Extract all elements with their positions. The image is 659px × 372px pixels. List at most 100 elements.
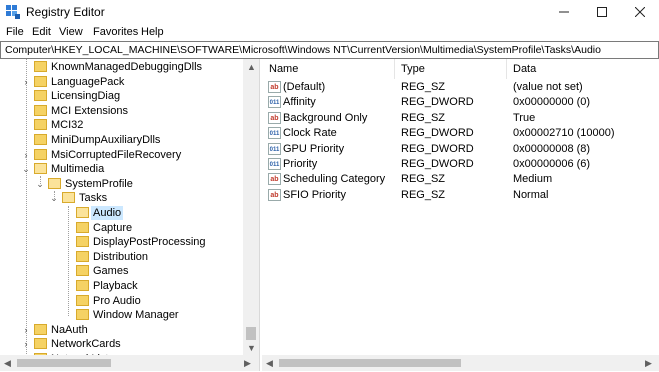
values-header: Name Type Data: [262, 59, 659, 79]
column-data[interactable]: Data: [513, 63, 536, 75]
folder-icon: [76, 250, 89, 262]
tree-item[interactable]: › LanguagePack: [0, 75, 243, 89]
minimize-button[interactable]: [545, 0, 583, 23]
scroll-right-icon[interactable]: ▶: [645, 358, 652, 369]
folder-icon: [76, 221, 89, 233]
scrollbar-thumb[interactable]: [246, 327, 256, 340]
scroll-right-icon[interactable]: ▶: [244, 358, 251, 369]
tree-item[interactable]: Pro Audio: [0, 294, 243, 308]
address-bar[interactable]: Computer\HKEY_LOCAL_MACHINE\SOFTWARE\Mic…: [0, 41, 659, 59]
tree-item[interactable]: ⌄ SystemProfile: [0, 177, 243, 191]
menu-help[interactable]: Help: [141, 26, 164, 38]
tree-item[interactable]: › NetworkCards: [0, 337, 243, 351]
folder-icon: [34, 163, 47, 175]
binary-value-icon: 011: [268, 158, 281, 170]
value-type: REG_SZ: [401, 173, 446, 186]
chevron-right-icon[interactable]: ›: [21, 337, 31, 351]
tree-item-label: Playback: [93, 280, 138, 292]
maximize-button[interactable]: [583, 0, 621, 23]
value-data: 0x00002710 (10000): [513, 127, 615, 140]
value-data: 0x00000008 (8): [513, 142, 591, 155]
tree-item-label: Window Manager: [93, 309, 179, 322]
value-row[interactable]: 011 Priority REG_DWORD 0x00000006 (6): [262, 157, 659, 172]
value-row[interactable]: 011 Affinity REG_DWORD 0x00000000 (0): [262, 95, 659, 110]
chevron-right-icon[interactable]: ›: [21, 75, 31, 89]
tree-vertical-scrollbar[interactable]: ▲ ▼: [243, 59, 259, 355]
binary-value-icon: 011: [268, 127, 281, 140]
string-value-icon: ab: [268, 188, 281, 201]
tree-item[interactable]: › NaAuth: [0, 323, 243, 337]
value-name: Background Only: [283, 111, 368, 124]
value-data: (value not set): [513, 81, 583, 93]
close-button[interactable]: [621, 0, 659, 23]
tree-item[interactable]: DisplayPostProcessing: [0, 235, 243, 249]
value-name: Clock Rate: [283, 127, 337, 140]
value-row[interactable]: ab SFIO Priority REG_SZ Normal: [262, 188, 659, 203]
scroll-up-icon[interactable]: ▲: [247, 62, 256, 72]
registry-editor-icon: [6, 5, 20, 19]
value-type: REG_DWORD: [401, 127, 474, 140]
tree-item-label: Games: [93, 265, 129, 278]
tree-item-label: Tasks: [79, 192, 108, 205]
string-value-icon: ab: [268, 111, 281, 124]
value-type: REG_SZ: [401, 111, 446, 124]
address-path[interactable]: Computer\HKEY_LOCAL_MACHINE\SOFTWARE\Mic…: [5, 44, 601, 56]
value-row[interactable]: ab Scheduling Category REG_SZ Medium: [262, 172, 659, 187]
key-tree[interactable]: KnownManagedDebuggingDlls › LanguagePack Li…: [0, 59, 260, 371]
chevron-right-icon[interactable]: ›: [21, 148, 31, 162]
tree-horizontal-scrollbar[interactable]: ◀ ▶: [0, 355, 259, 371]
tree-item[interactable]: Games: [0, 264, 243, 278]
menu-favorites[interactable]: Favorites: [93, 26, 138, 38]
tree-item-label: NaAuth: [51, 323, 88, 336]
tree-item[interactable]: › MsiCorruptedFileRecovery: [0, 148, 243, 162]
tree-item[interactable]: MiniDumpAuxiliaryDlls: [0, 133, 243, 147]
chevron-down-icon[interactable]: ⌄: [21, 162, 31, 176]
string-value-icon: ab: [268, 81, 281, 93]
scrollbar-thumb[interactable]: [17, 359, 111, 367]
tree-item[interactable]: ⌄ Tasks: [0, 191, 243, 205]
scrollbar-thumb[interactable]: [279, 359, 461, 367]
column-type[interactable]: Type: [401, 63, 425, 75]
column-name[interactable]: Name: [269, 63, 298, 75]
minimize-icon: [559, 11, 569, 12]
tree-item[interactable]: Capture: [0, 221, 243, 235]
tree-item[interactable]: ⌄ Multimedia: [0, 162, 243, 176]
scroll-left-icon[interactable]: ◀: [266, 358, 273, 369]
value-row[interactable]: 011 Clock Rate REG_DWORD 0x00002710 (10000): [262, 126, 659, 141]
tree-item[interactable]: Audio: [0, 206, 243, 220]
tree-item[interactable]: Window Manager: [0, 308, 243, 322]
value-row[interactable]: ab Background Only REG_SZ True: [262, 111, 659, 126]
folder-icon: [34, 119, 47, 131]
scroll-left-icon[interactable]: ◀: [4, 358, 11, 369]
folder-icon: [34, 338, 47, 350]
value-row[interactable]: 011 GPU Priority REG_DWORD 0x00000008 (8): [262, 142, 659, 157]
folder-icon: [76, 280, 89, 291]
value-name: Affinity: [283, 96, 316, 109]
value-data: Normal: [513, 188, 549, 201]
tree-item-label: Capture: [93, 221, 133, 234]
tree-item[interactable]: MCI32: [0, 118, 243, 132]
scroll-down-icon[interactable]: ▼: [247, 343, 256, 353]
window-title: Registry Editor: [26, 5, 105, 19]
tree-item[interactable]: KnownManagedDebuggingDlls: [0, 60, 243, 74]
tree-item[interactable]: LicensingDiag: [0, 89, 243, 103]
menu-view[interactable]: View: [59, 26, 83, 38]
chevron-right-icon[interactable]: ›: [21, 323, 31, 337]
value-name: GPU Priority: [283, 142, 345, 155]
chevron-down-icon[interactable]: ⌄: [49, 191, 59, 205]
title-bar: Registry Editor: [0, 0, 659, 23]
column-divider[interactable]: [506, 59, 507, 79]
chevron-down-icon[interactable]: ⌄: [35, 177, 45, 191]
tree-item[interactable]: Playback: [0, 279, 243, 293]
folder-icon: [76, 309, 89, 321]
value-data: Medium: [513, 173, 553, 186]
tree-item[interactable]: MCI Extensions: [0, 104, 243, 118]
menu-bar: File Edit View Favorites Help: [0, 23, 659, 41]
menu-file[interactable]: File: [6, 26, 24, 38]
value-type: REG_DWORD: [401, 158, 474, 170]
menu-edit[interactable]: Edit: [32, 26, 51, 38]
column-divider[interactable]: [394, 59, 395, 79]
tree-item[interactable]: Distribution: [0, 250, 243, 264]
values-horizontal-scrollbar[interactable]: ◀ ▶: [262, 355, 659, 371]
value-row[interactable]: ab (Default) REG_SZ (value not set): [262, 80, 659, 95]
